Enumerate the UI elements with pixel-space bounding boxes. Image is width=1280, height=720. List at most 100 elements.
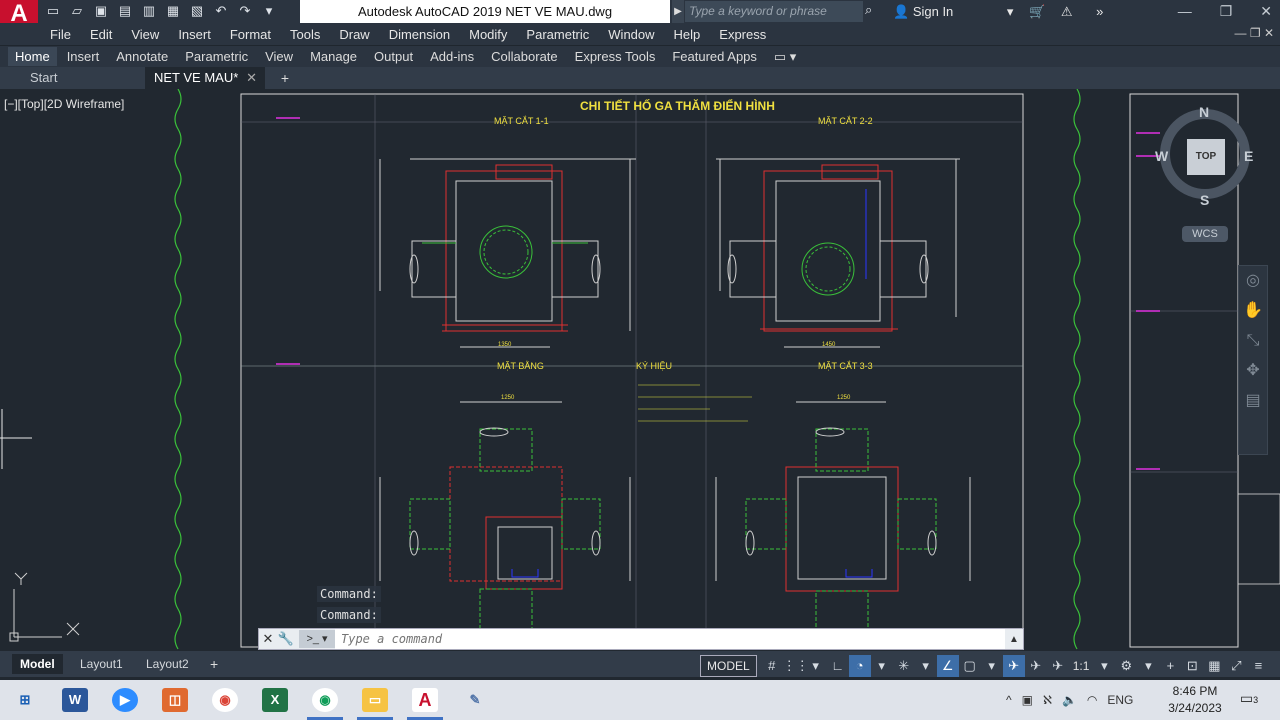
tab-current-drawing[interactable]: NET VE MAU* ✕	[145, 67, 265, 89]
open-folder-icon[interactable]: ▱	[68, 2, 86, 20]
ribbon-tab-home[interactable]: Home	[8, 47, 57, 66]
chrome-icon[interactable]: ◉	[212, 688, 238, 712]
menu-dimension[interactable]: Dimension	[389, 27, 450, 42]
menu-tools[interactable]: Tools	[290, 27, 320, 42]
menu-draw[interactable]: Draw	[339, 27, 369, 42]
command-input[interactable]	[335, 629, 1005, 649]
isodraft-dropdown-icon[interactable]: ▾	[915, 655, 937, 677]
model-space-button[interactable]: MODEL	[700, 655, 757, 677]
ribbon-tab-output[interactable]: Output	[367, 47, 420, 66]
customize-wrench-icon[interactable]: 🔧	[277, 631, 295, 647]
binoculars-icon[interactable]: ⌕	[865, 2, 872, 18]
ribbon-tab-manage[interactable]: Manage	[303, 47, 364, 66]
add-icon[interactable]: +	[1159, 655, 1181, 677]
ribbon-tab-express-tools[interactable]: Express Tools	[568, 47, 663, 66]
polar-dropdown-icon[interactable]: ▾	[871, 655, 893, 677]
polar-tracking-icon[interactable]: ◔	[848, 655, 871, 677]
object-snap-icon[interactable]: ▢	[959, 655, 981, 677]
save-icon[interactable]: ▣	[92, 2, 110, 20]
tab-start[interactable]: Start	[20, 67, 145, 89]
customize-menu-icon[interactable]: ≡	[1247, 655, 1269, 677]
steering-wheel-icon[interactable]: ◎	[1239, 266, 1267, 296]
windows-start-icon[interactable]: ⊞	[12, 688, 38, 712]
command-history-toggle-icon[interactable]: ▲	[1005, 634, 1023, 645]
isodraft-icon[interactable]: ✳	[893, 655, 915, 677]
close-command-icon[interactable]: ✕	[259, 631, 277, 647]
office-app-icon[interactable]: ◫	[162, 688, 188, 712]
menu-window[interactable]: Window	[608, 27, 654, 42]
add-layout-button[interactable]: +	[204, 654, 224, 674]
open-web-icon[interactable]: ▥	[140, 2, 158, 20]
workspace-dropdown-icon[interactable]: ▾	[1137, 655, 1159, 677]
ribbon-tab-collaborate[interactable]: Collaborate	[484, 47, 565, 66]
chevron-up-icon[interactable]: ^	[1006, 693, 1012, 707]
ribbon-tab-view[interactable]: View	[258, 47, 300, 66]
ribbon-tab-featured-apps[interactable]: Featured Apps	[665, 47, 764, 66]
command-prompt-icon[interactable]: >_ ▾	[299, 630, 335, 648]
zoom-app-icon[interactable]: ▶	[112, 688, 138, 712]
snap-dropdown-icon[interactable]: ▾	[805, 655, 827, 677]
expand-icon[interactable]: »	[1096, 4, 1103, 19]
title-expand-icon[interactable]: ▶	[672, 0, 684, 23]
menu-view[interactable]: View	[131, 27, 159, 42]
viewcube[interactable]: TOP N S E W	[1155, 104, 1253, 208]
ribbon-tab-parametric[interactable]: Parametric	[178, 47, 255, 66]
object-snap-dropdown-icon[interactable]: ▾	[981, 655, 1003, 677]
units-icon[interactable]: ⊡	[1181, 655, 1203, 677]
wifi-icon[interactable]: ◠	[1087, 693, 1097, 707]
qat-dropdown-icon[interactable]: ▾	[260, 2, 278, 20]
menu-help[interactable]: Help	[674, 27, 701, 42]
tab-layout2[interactable]: Layout2	[138, 654, 197, 674]
zoom-icon[interactable]: ⤡	[1239, 326, 1267, 356]
fullscreen-icon[interactable]: ⤢	[1225, 655, 1247, 677]
snap-icon[interactable]: ⋮⋮	[783, 655, 809, 677]
document-window-controls[interactable]: — ❐ ✕	[1235, 23, 1274, 43]
workspace-gear-icon[interactable]: ⚙	[1115, 655, 1137, 677]
word-icon[interactable]: W	[62, 688, 88, 712]
new-file-icon[interactable]: ▭	[44, 2, 62, 20]
menu-file[interactable]: File	[50, 27, 71, 42]
compass-east[interactable]: E	[1244, 148, 1253, 164]
menu-insert[interactable]: Insert	[178, 27, 211, 42]
scale-dropdown-icon[interactable]: ▾	[1093, 655, 1115, 677]
annotation-visibility-icon[interactable]: ✈	[1002, 655, 1025, 677]
auto-scale-icon[interactable]: ✈	[1025, 655, 1047, 677]
tab-model[interactable]: Model	[12, 654, 63, 674]
menu-parametric[interactable]: Parametric	[526, 27, 589, 42]
pan-icon[interactable]: ✋	[1239, 296, 1267, 326]
quick-properties-icon[interactable]: ▦	[1203, 655, 1225, 677]
close-icon[interactable]: ✕	[1260, 0, 1272, 23]
menu-modify[interactable]: Modify	[469, 27, 507, 42]
volume-icon[interactable]: 🔈	[1062, 693, 1077, 707]
ribbon-minimize-icon[interactable]: ▭ ▾	[767, 47, 803, 67]
sign-in-button[interactable]: 👤 Sign In ▾ 🛒 ⚠ »	[893, 0, 1103, 23]
ribbon-tab-insert[interactable]: Insert	[60, 47, 107, 66]
compass-west[interactable]: W	[1155, 148, 1168, 164]
wcs-menu[interactable]: WCS	[1182, 226, 1228, 242]
orbit-icon[interactable]: ✥	[1239, 356, 1267, 386]
ribbon-tab-addins[interactable]: Add-ins	[423, 47, 481, 66]
language-indicator[interactable]: ENG	[1107, 693, 1133, 707]
grid-icon[interactable]: #	[761, 655, 783, 677]
close-tab-icon[interactable]: ✕	[246, 67, 257, 89]
plot-icon[interactable]: ▧	[188, 2, 206, 20]
compass-north[interactable]: N	[1199, 104, 1209, 120]
minimize-icon[interactable]: —	[1178, 0, 1192, 23]
search-input[interactable]: Type a keyword or phrase	[685, 1, 863, 22]
restore-icon[interactable]: ❐	[1220, 0, 1233, 23]
menu-edit[interactable]: Edit	[90, 27, 112, 42]
notification-center-icon[interactable]: ▭3	[1238, 690, 1260, 710]
compass-south[interactable]: S	[1200, 192, 1209, 208]
help-icon[interactable]: ⚠	[1061, 4, 1073, 19]
drawing-area[interactable]: [−][Top][2D Wireframe] CHI TIẾT HỐ GA TH…	[0, 89, 1280, 651]
menu-express[interactable]: Express	[719, 27, 766, 42]
save-web-icon[interactable]: ▦	[164, 2, 182, 20]
object-snap-tracking-icon[interactable]: ∠	[936, 655, 959, 677]
security-icon[interactable]: ▣	[1022, 693, 1033, 707]
file-explorer-icon[interactable]: ▭	[362, 688, 388, 712]
chrome-profile-icon[interactable]: ◉	[312, 688, 338, 712]
excel-icon[interactable]: X	[262, 688, 288, 712]
new-tab-button[interactable]: +	[274, 69, 296, 87]
menu-format[interactable]: Format	[230, 27, 271, 42]
clock[interactable]: 8:46 PM 3/24/2023	[1160, 683, 1230, 717]
